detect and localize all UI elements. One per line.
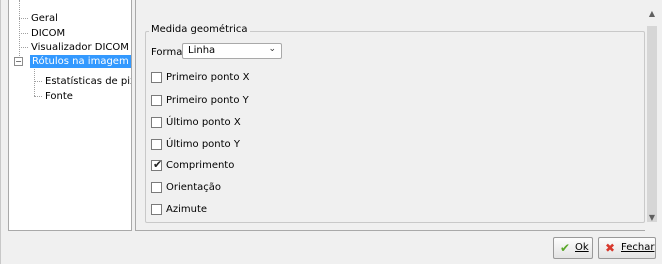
checkmark-icon: ✔ bbox=[560, 241, 571, 255]
checkbox-label: Primeiro ponto Y bbox=[166, 95, 249, 106]
checkbox-box[interactable] bbox=[151, 139, 162, 150]
tree-item-rotulos[interactable]: Rótulos na imagem bbox=[30, 55, 131, 68]
checkbox-box[interactable] bbox=[151, 72, 162, 83]
checkbox-label: Último ponto X bbox=[166, 117, 241, 128]
tree-item-geral[interactable]: Geral bbox=[31, 12, 58, 25]
close-button[interactable]: ✖ Fechar bbox=[598, 237, 656, 259]
checkbox-label: Azimute bbox=[166, 204, 208, 215]
form-select[interactable]: Linha ⌄ bbox=[182, 43, 282, 59]
checkbox-box[interactable]: ✔ bbox=[151, 158, 163, 171]
cross-icon: ✖ bbox=[605, 241, 616, 255]
scroll-down-icon[interactable]: ▼ bbox=[646, 212, 658, 224]
checkbox-box[interactable] bbox=[151, 117, 162, 128]
chevron-down-icon: ⌄ bbox=[268, 44, 276, 54]
tree-connector bbox=[19, 33, 28, 34]
checkbox-label: Primeiro ponto X bbox=[166, 72, 250, 83]
checkbox-box[interactable] bbox=[151, 204, 162, 215]
tree-connector bbox=[34, 81, 42, 82]
checkbox-box[interactable] bbox=[151, 182, 162, 193]
tree-connector bbox=[34, 96, 42, 97]
collapse-icon[interactable]: − bbox=[14, 57, 23, 66]
vertical-scrollbar[interactable]: ▲ ▼ bbox=[646, 0, 658, 230]
tree-item-visualizador[interactable]: Visualizador DICOM 2D bbox=[31, 41, 131, 54]
checkbox-label: Orientação bbox=[166, 182, 222, 193]
checkbox-label: Comprimento bbox=[166, 160, 235, 171]
ok-button-label: Ok bbox=[575, 242, 589, 253]
form-select-value: Linha bbox=[188, 45, 216, 56]
settings-tree[interactable]: Geral DICOM Visualizador DICOM 2D − Rótu… bbox=[8, 0, 132, 231]
tree-item-dicom[interactable]: DICOM bbox=[31, 27, 65, 40]
tree-item-fonte[interactable]: Fonte bbox=[45, 90, 73, 103]
ok-button[interactable]: ✔ Ok bbox=[553, 237, 593, 259]
scrollbar-thumb[interactable] bbox=[647, 26, 657, 222]
window-edge bbox=[0, 0, 1, 264]
checkmark-icon: ✔ bbox=[153, 158, 163, 171]
scroll-up-icon[interactable]: ▲ bbox=[646, 8, 658, 20]
tree-connector bbox=[19, 47, 28, 48]
tree-connector bbox=[19, 18, 28, 19]
tree-item-estatisticas[interactable]: Estatísticas de pixel bbox=[45, 75, 131, 88]
close-button-label: Fechar bbox=[621, 242, 655, 253]
checkbox-label: Último ponto Y bbox=[166, 139, 240, 150]
checkbox-box[interactable] bbox=[151, 95, 162, 106]
group-title: Medida geométrica bbox=[149, 24, 250, 35]
form-label: Forma: bbox=[151, 47, 186, 58]
tree-connector bbox=[19, 0, 20, 58]
